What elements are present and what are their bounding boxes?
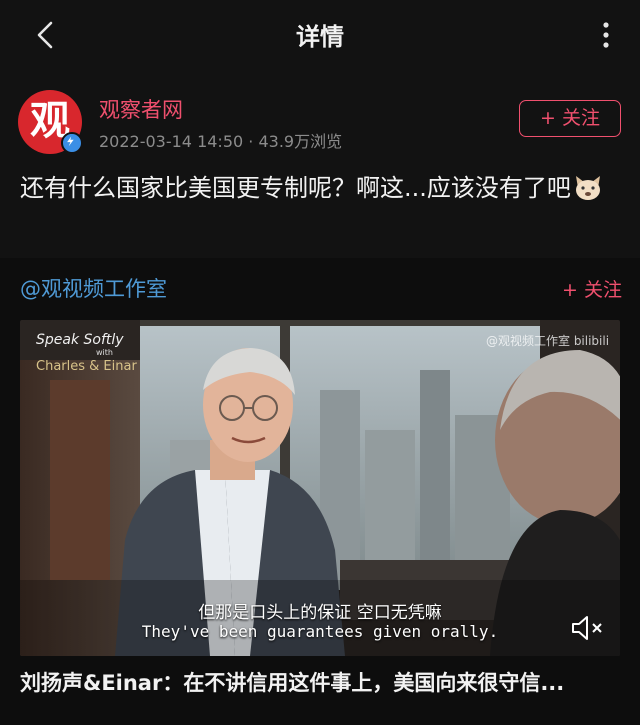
volume-mute-icon[interactable] <box>569 613 607 643</box>
follow-button[interactable]: + 关注 <box>519 100 621 137</box>
dog-face-icon <box>575 176 600 200</box>
vertical-dots-icon[interactable] <box>592 20 620 50</box>
view-count: 43.9万浏览 <box>258 132 343 151</box>
video-caption[interactable]: 刘扬声&Einar：在不讲信用这件事上，美国向来很守信... <box>20 667 630 697</box>
verified-badge-icon <box>61 132 83 154</box>
author-name[interactable]: 观察者网 <box>99 94 183 124</box>
subtitle-chinese: 但那是口头上的保证 空口无凭嘛 <box>198 603 442 623</box>
post-date: 2022-03-14 14:50 <box>99 132 244 151</box>
post-body: 还有什么国家比美国更专制呢？啊这...应该没有了吧 <box>20 174 571 202</box>
show-brand-logo: Speak Softly with Charles & Einar <box>36 332 137 374</box>
meta-separator: · <box>248 132 254 151</box>
post-meta: 2022-03-14 14:50 · 43.9万浏览 <box>99 128 342 152</box>
post-text: 还有什么国家比美国更专制呢？啊这...应该没有了吧 <box>20 169 625 207</box>
page-title: 详情 <box>296 23 344 51</box>
video-watermark: @观视频工作室 bilibili <box>486 334 610 348</box>
top-bar: 详情 <box>0 0 640 70</box>
channel-name[interactable]: @观视频工作室 <box>20 273 167 303</box>
channel-follow-button[interactable]: + 关注 <box>562 275 622 302</box>
subtitle-english: They've been guarantees given orally. <box>141 622 499 641</box>
